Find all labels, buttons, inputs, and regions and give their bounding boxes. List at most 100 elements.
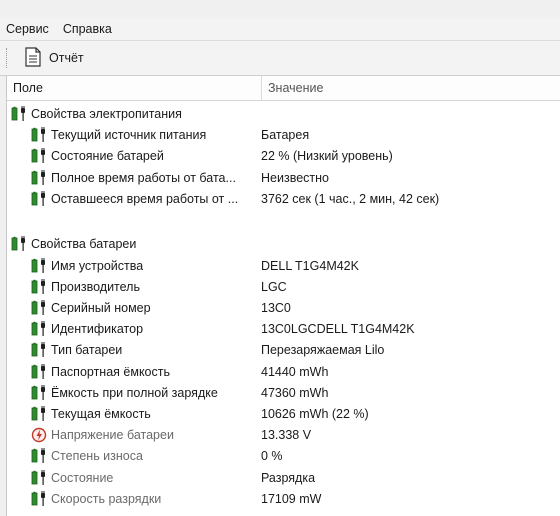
battery-plug-icon [31,278,49,295]
group-header-0-name-cell: Свойства электропитания [7,105,182,122]
menu-bar: Сервис Справка [0,18,560,40]
property-row[interactable]: Паспортная ёмкость 41440 mWh [7,361,560,382]
battery-plug-icon [31,469,49,486]
properties-grid: Поле Значение Свойства электропитания Тек… [6,76,560,516]
property-row[interactable]: Состояние батарей 22 % (Низкий уровень) [7,145,560,166]
property-row-name-cell: Текущая ёмкость [7,405,151,422]
property-row-label: Ёмкость при полной зарядке [51,385,218,400]
property-row-value: 13C0 [261,300,291,315]
property-row[interactable]: Степень износа 0 % [7,445,560,466]
property-row-value: 17109 mW [261,491,322,506]
property-row-label: Имя устройства [51,258,144,273]
property-row-value: DELL T1G4M42K [261,258,359,273]
column-header-value[interactable]: Значение [262,76,323,100]
property-row[interactable]: Идентификатор 13C0LGCDELL T1G4M42K [7,318,560,339]
property-row-value: 13C0LGCDELL T1G4M42K [261,321,415,336]
battery-plug-icon [31,190,49,207]
battery-plug-icon [31,490,49,507]
property-row[interactable]: Тип батареи Перезаряжаемая Lilo [7,339,560,360]
property-row-name-cell: Скорость разрядки [7,490,162,507]
property-row-value: 13.338 V [261,427,312,442]
property-row-name-cell: Текущий источник питания [7,126,207,143]
property-row-label: Напряжение батареи [51,427,174,442]
property-row-value: Батарея [261,127,310,142]
property-row[interactable]: Имя устройства DELL T1G4M42K [7,255,560,276]
battery-plug-icon [31,447,49,464]
property-row-value: 10626 mWh (22 %) [261,406,369,421]
toolbar-grip[interactable] [6,48,9,68]
battery-plug-icon [31,169,49,186]
property-row-name-cell: Напряжение батареи [7,427,174,443]
property-row[interactable]: Полное время работы от бата... Неизвестно [7,167,560,188]
property-row-value: 41440 mWh [261,364,329,379]
property-row-value: 22 % (Низкий уровень) [261,148,393,163]
group-header-1-label: Свойства батареи [31,236,137,251]
property-row-label: Скорость разрядки [51,491,162,506]
property-row[interactable]: Текущий источник питания Батарея [7,124,560,145]
property-row-label: Тип батареи [51,342,123,357]
property-row-label: Идентификатор [51,321,144,336]
property-row-label: Производитель [51,279,140,294]
property-row[interactable]: Текущая ёмкость 10626 mWh (22 %) [7,403,560,424]
battery-plug-icon [11,235,29,252]
report-document-icon [25,46,41,70]
property-row[interactable]: Скорость разрядки 17109 mW [7,488,560,509]
property-row-name-cell: Ёмкость при полной зарядке [7,384,218,401]
group-header-1-name-cell: Свойства батареи [7,235,137,252]
property-row-label: Состояние [51,470,114,485]
property-row-value: Перезаряжаемая Lilo [261,342,385,357]
group-header-1[interactable]: Свойства батареи [7,233,560,254]
property-row-value: 3762 сек (1 час., 2 мин, 42 сек) [261,191,440,206]
property-row[interactable]: Ёмкость при полной зарядке 47360 mWh [7,382,560,403]
property-row-value: Разрядка [261,470,316,485]
battery-plug-icon [31,126,49,143]
battery-plug-icon [31,257,49,274]
property-row-name-cell: Тип батареи [7,341,123,358]
property-row-name-cell: Состояние батарей [7,147,164,164]
property-row-value: Неизвестно [261,170,329,185]
property-row-value: 47360 mWh [261,385,329,400]
report-button-label: Отчёт [49,51,84,65]
battery-plug-icon [31,299,49,316]
property-row-name-cell: Степень износа [7,447,143,464]
property-row-label: Текущий источник питания [51,127,207,142]
battery-plug-icon [31,320,49,337]
menu-item-service[interactable]: Сервис [0,22,57,36]
report-button[interactable]: Отчёт [19,45,90,71]
property-row-name-cell: Производитель [7,278,140,295]
group-header-0[interactable]: Свойства электропитания [7,103,560,124]
toolbar: Отчёт [0,40,560,76]
property-row[interactable]: Серийный номер 13C0 [7,297,560,318]
battery-plug-icon [31,363,49,380]
voltage-icon [31,427,49,443]
property-row-label: Полное время работы от бата... [51,170,236,185]
property-row-label: Серийный номер [51,300,151,315]
battery-plug-icon [31,147,49,164]
property-row-name-cell: Оставшееся время работы от ... [7,190,239,207]
property-row-name-cell: Состояние [7,469,114,486]
property-row-name-cell: Серийный номер [7,299,151,316]
property-row-label: Оставшееся время работы от ... [51,191,239,206]
grid-header: Поле Значение [7,76,560,101]
property-row-value: LGC [261,279,287,294]
property-row-label: Паспортная ёмкость [51,364,171,379]
battery-plug-icon [31,405,49,422]
property-row-name-cell: Имя устройства [7,257,144,274]
property-row-name-cell: Полное время работы от бата... [7,169,236,186]
property-row[interactable]: Напряжение батареи 13.338 V [7,424,560,445]
battery-plug-icon [11,105,29,122]
property-row-label: Состояние батарей [51,148,164,163]
menu-item-help[interactable]: Справка [57,22,120,36]
battery-plug-icon [31,341,49,358]
property-row-name-cell: Идентификатор [7,320,144,337]
group-header-0-label: Свойства электропитания [31,106,182,121]
property-row[interactable]: Состояние Разрядка [7,467,560,488]
property-row-label: Текущая ёмкость [51,406,151,421]
property-row[interactable]: Оставшееся время работы от ... 3762 сек (… [7,188,560,209]
battery-plug-icon [31,384,49,401]
property-row-value: 0 % [261,448,283,463]
property-row[interactable]: Производитель LGC [7,276,560,297]
property-row-label: Степень износа [51,448,143,463]
property-row-name-cell: Паспортная ёмкость [7,363,171,380]
column-header-field[interactable]: Поле [7,76,262,100]
